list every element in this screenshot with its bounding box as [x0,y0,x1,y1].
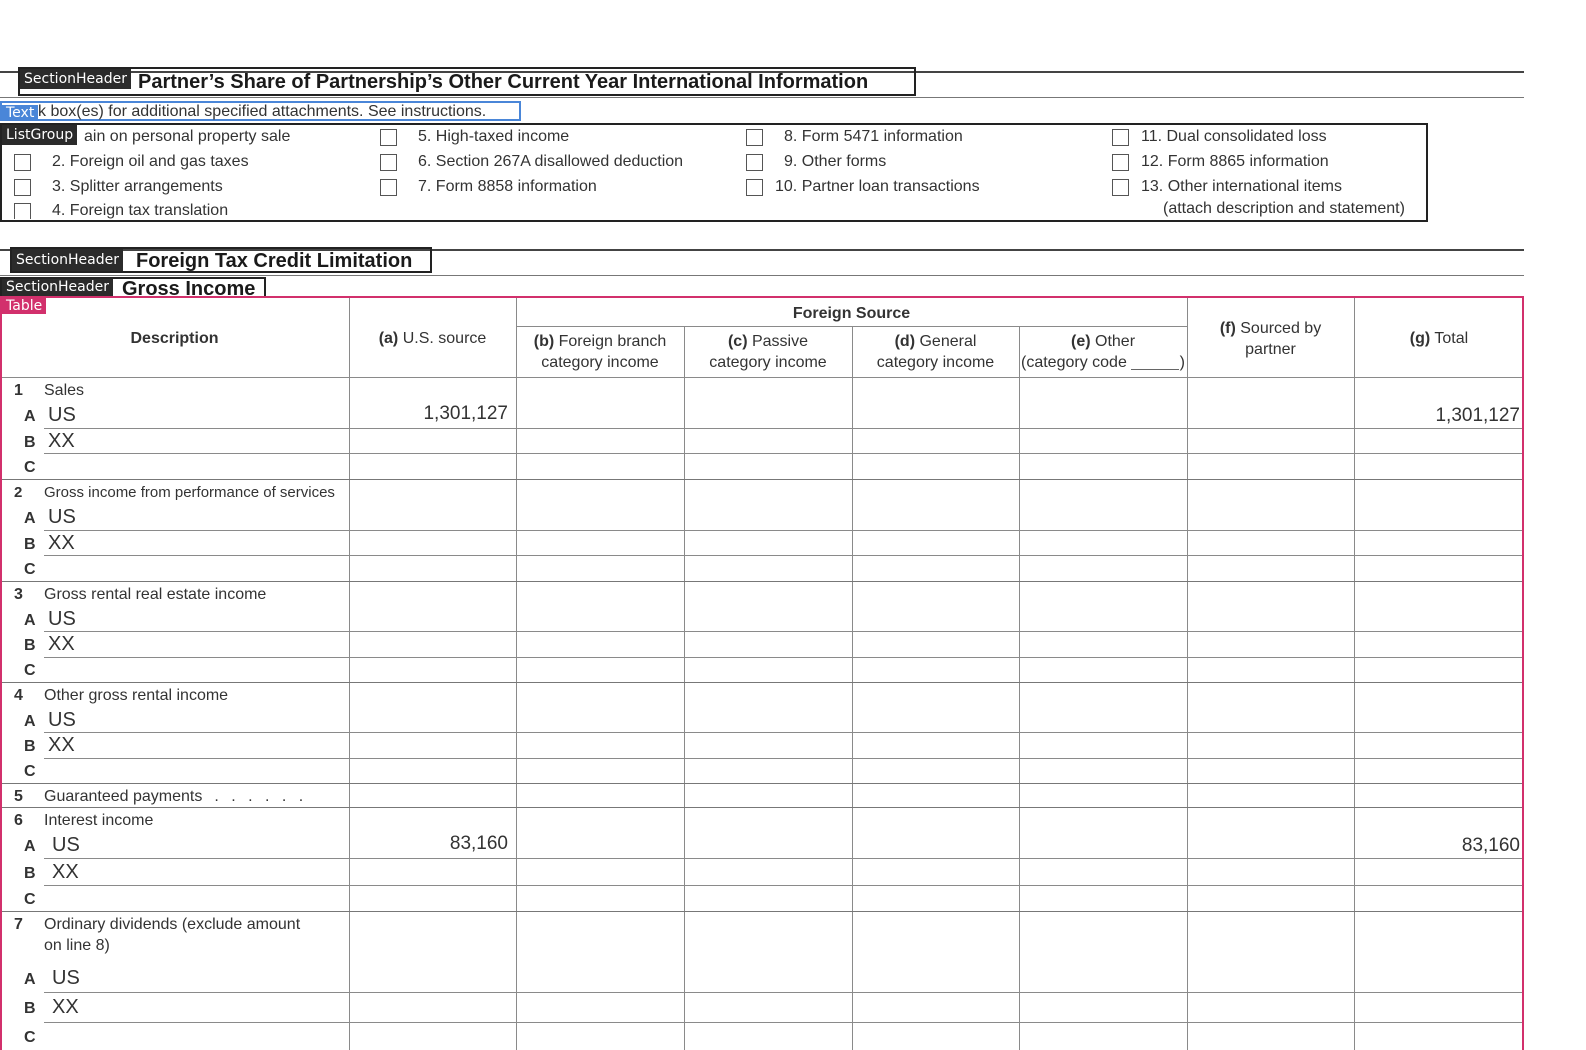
checkbox-item-2[interactable]: 2. Foreign oil and gas taxes [14,153,249,171]
checkbox-13-note: (attach description and statement) [1163,200,1405,217]
checkbox-item-8[interactable]: 8. Form 5471 information [746,128,963,146]
checkbox-label: 6. Section 267A disallowed deduction [418,153,684,170]
checkbox-icon[interactable] [746,128,763,146]
checkbox-icon[interactable] [14,203,31,219]
section-header-tag: SectionHeader [12,249,123,271]
checkbox-label: 3. Splitter arrangements [52,178,223,195]
checkbox-item-10[interactable]: 10. Partner loan transactions [746,178,980,196]
checkbox-icon[interactable] [380,153,397,171]
section2-title: Foreign Tax Credit Limitation [136,250,413,272]
checkbox-icon[interactable] [1112,128,1129,146]
checkbox-icon[interactable] [746,153,763,171]
section2-header-annotation: Foreign Tax Credit Limitation SectionHea… [10,247,432,273]
checkbox-item-4[interactable]: 4. Foreign tax translation [14,203,228,219]
checkbox-item-5[interactable]: 5. High-taxed income [380,128,569,146]
checkbox-label: 8. Form 5471 information [784,128,963,145]
checkbox-label: 4. Foreign tax translation [52,203,229,219]
text-tag: Text [2,105,39,121]
checkbox-item-3[interactable]: 3. Splitter arrangements [14,178,223,196]
checkbox-item-7[interactable]: 7. Form 8858 information [380,178,597,196]
checkbox-label: 11. Dual consolidated loss [1141,128,1327,145]
checkbox-item-1[interactable]: ain on personal property sale [84,128,290,146]
checkbox-label: 2. Foreign oil and gas taxes [52,153,249,170]
part-header-title: Partner’s Share of Partnership’s Other C… [138,71,869,93]
part-header-annotation: Partner’s Share of Partnership’s Other C… [18,67,916,96]
checkbox-icon[interactable] [746,178,763,196]
checkbox-item-12[interactable]: 12. Form 8865 information [1112,153,1329,171]
checkbox-icon[interactable] [380,128,397,146]
checkbox-label: 10. Partner loan transactions [775,178,980,195]
checkbox-icon[interactable] [1112,178,1129,196]
checkbox-icon[interactable] [1112,153,1129,171]
instructions-annotation: k box(es) for additional specified attac… [0,101,521,121]
checkbox-label: 7. Form 8858 information [418,178,597,195]
list-group-tag: ListGroup [2,125,78,145]
header-underline [0,97,1524,98]
checkbox-item-6[interactable]: 6. Section 267A disallowed deduction [380,153,683,171]
section2-underline [0,275,1524,276]
checkbox-item-11[interactable]: 11. Dual consolidated loss [1112,128,1327,146]
checkbox-item-13[interactable]: 13. Other international items [1112,178,1342,196]
checkbox-label: 13. Other international items [1141,178,1342,195]
section-header-tag: SectionHeader [2,279,113,296]
checkbox-icon[interactable] [380,178,397,196]
checkbox-label: 12. Form 8865 information [1141,153,1329,170]
table-annotation: Table [0,296,1524,1050]
instructions-text: k box(es) for additional specified attac… [38,103,487,120]
checkbox-icon[interactable] [14,178,31,196]
section-header-tag: SectionHeader [20,69,131,89]
table-tag: Table [2,298,47,314]
checkbox-item-9[interactable]: 9. Other forms [746,153,886,171]
checkbox-label: 9. Other forms [784,153,887,170]
checkbox-icon[interactable] [14,153,31,171]
checkbox-label: 5. High-taxed income [418,128,570,145]
section3-header-annotation: Gross Income SectionHeader [0,277,266,300]
checkbox-label: ain on personal property sale [84,128,291,145]
